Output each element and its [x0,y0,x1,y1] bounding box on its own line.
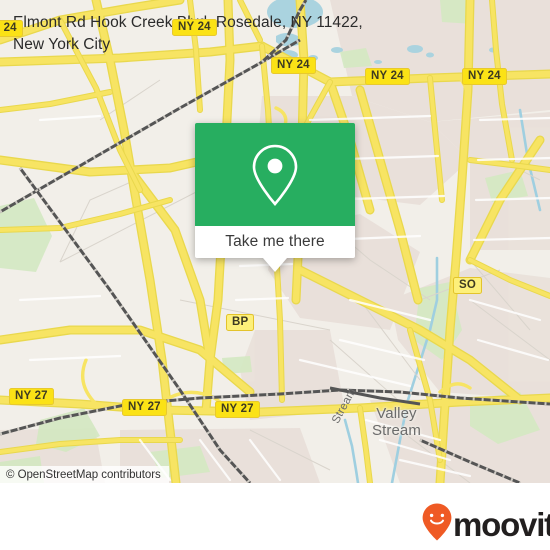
location-pin-icon [249,142,301,208]
osm-attribution-text: © OpenStreetMap contributors [6,468,161,481]
callout-header [195,123,355,226]
road-shield: NY 24 [271,57,316,74]
moovit-wordmark: moovit [453,506,550,543]
road-shield: NY 27 [122,399,167,416]
road-shield: NY 27 [9,388,54,405]
road-shield: NY 24 [172,19,217,36]
road-shield: NY 24 [365,68,410,85]
take-me-there-button[interactable]: Take me there [195,226,355,258]
moovit-pin-icon [422,503,452,546]
take-me-there-label: Take me there [225,233,325,250]
map-canvas[interactable]: .rd { stroke:#f7e463; fill:none; stroke-… [0,0,550,483]
road-shield: NY 24 [462,68,507,85]
place-label-line: Valley [376,405,417,422]
location-callout[interactable]: Take me there [195,123,355,272]
road-shield: SO [453,277,483,294]
moovit-logo[interactable]: moovit [422,503,550,546]
road-shield: BP [226,314,255,331]
address-line-2: New York City [13,36,111,53]
place-label: Valley Stream [372,405,421,439]
road-shield: NY 24 [0,20,23,37]
osm-attribution[interactable]: © OpenStreetMap contributors [0,466,169,483]
callout-tail [263,258,287,272]
place-label-line: Stream [372,422,421,439]
road-shield: NY 27 [215,401,260,418]
map-screenshot: .rd { stroke:#f7e463; fill:none; stroke-… [0,0,550,550]
